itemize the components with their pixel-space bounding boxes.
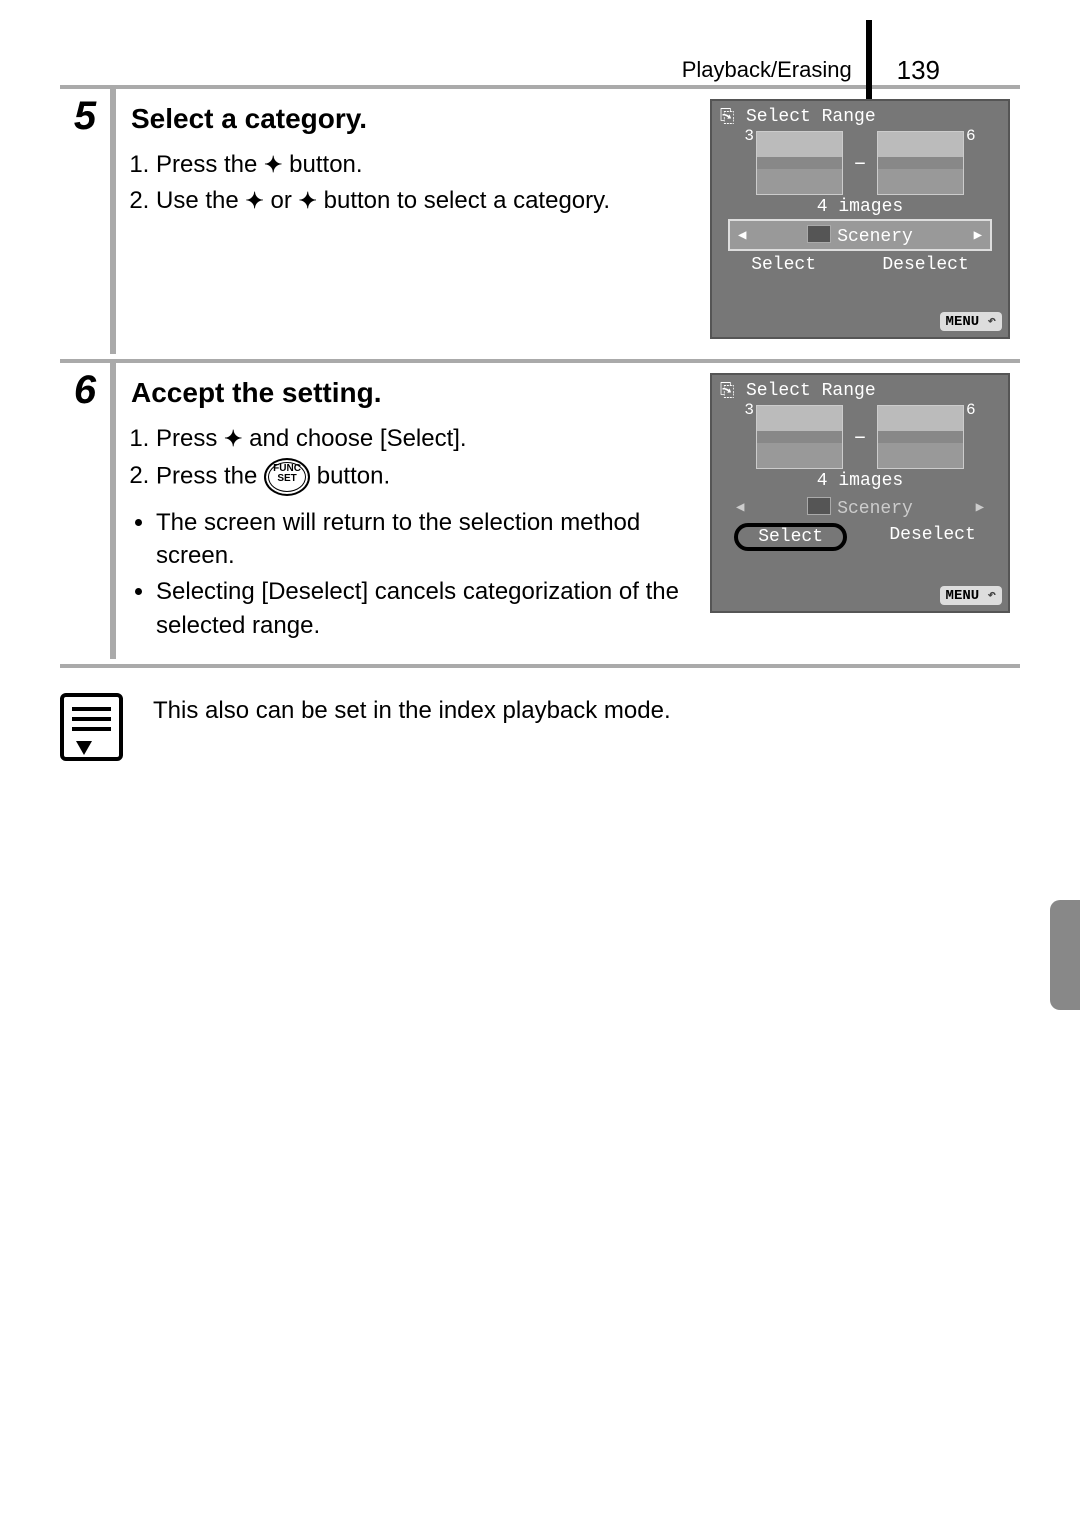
func-set-icon: FUNCSET <box>264 458 310 496</box>
left-triangle-icon: ◀ <box>736 499 744 516</box>
page-header: Playback/Erasing 139 <box>60 30 1020 80</box>
range-start: 3 <box>744 127 754 145</box>
select-option-highlighted: Select <box>734 523 847 551</box>
screen-title: Select Range <box>718 381 1002 401</box>
step-number: 5 <box>60 94 110 139</box>
header-section: Playback/Erasing <box>682 57 852 83</box>
range-start: 3 <box>744 401 754 419</box>
step-number-col: 5 <box>60 89 116 354</box>
step-number-col: 6 <box>60 363 116 659</box>
down-arrow-icon: ✦ <box>224 424 242 455</box>
step-6-block: 6 Accept the setting. Press ✦ and choose… <box>60 359 1020 659</box>
image-count: 4 images <box>718 197 1002 217</box>
right-arrow-icon: ✦ <box>299 186 317 217</box>
step5-item-2: Use the ✦ or ✦ button to select a catego… <box>156 184 690 218</box>
step-title: Accept the setting. <box>131 373 690 412</box>
step6-item-1: Press ✦ and choose [Select]. <box>156 422 690 456</box>
category-icon <box>807 497 831 515</box>
screen-title: Select Range <box>718 107 1002 127</box>
thumbnail-icon <box>756 131 843 195</box>
step-number: 6 <box>60 368 110 413</box>
category-label: Scenery <box>837 227 913 247</box>
thumbnail-icon <box>756 405 843 469</box>
right-triangle-icon: ▶ <box>976 499 984 516</box>
image-count: 4 images <box>718 471 1002 491</box>
step-title: Select a category. <box>131 99 690 138</box>
range-end: 6 <box>966 401 976 419</box>
step5-item-1: Press the ✦ button. <box>156 148 690 182</box>
note-icon <box>60 693 123 761</box>
camera-screen-step6: Select Range 3 – 6 4 images ◀ Scenery <box>710 373 1010 613</box>
header-divider <box>866 20 872 100</box>
left-arrow-icon: ✦ <box>245 186 263 217</box>
category-icon <box>807 225 831 243</box>
right-triangle-icon: ▶ <box>974 227 982 244</box>
down-arrow-icon: ✦ <box>264 150 282 181</box>
category-selector: ◀ Scenery ▶ <box>728 493 992 521</box>
left-triangle-icon: ◀ <box>738 227 746 244</box>
deselect-option: Deselect <box>879 523 985 551</box>
menu-badge: MENU <box>940 586 1002 605</box>
note-text: This also can be set in the index playba… <box>153 693 671 725</box>
step-5-block: 5 Select a category. Press the ✦ button.… <box>60 85 1020 354</box>
step6-bullet-2: Selecting [Deselect] cancels categorizat… <box>156 575 690 642</box>
menu-badge: MENU <box>940 312 1002 331</box>
deselect-option: Deselect <box>872 253 978 277</box>
range-end: 6 <box>966 127 976 145</box>
side-tab <box>1050 900 1080 1010</box>
thumbnail-icon <box>877 131 964 195</box>
select-option: Select <box>741 253 826 277</box>
range-dash-icon: – <box>853 151 866 176</box>
note-row: This also can be set in the index playba… <box>60 664 1020 761</box>
thumbnail-icon <box>877 405 964 469</box>
range-dash-icon: – <box>853 425 866 450</box>
category-label: Scenery <box>837 499 913 519</box>
step6-bullet-1: The screen will return to the selection … <box>156 506 690 573</box>
category-selector: ◀ Scenery ▶ <box>728 219 992 251</box>
camera-screen-step5: Select Range 3 – 6 4 images ◀ Scenery <box>710 99 1010 339</box>
page-number: 139 <box>897 55 940 86</box>
step6-item-2: Press the FUNCSET button. <box>156 458 690 496</box>
